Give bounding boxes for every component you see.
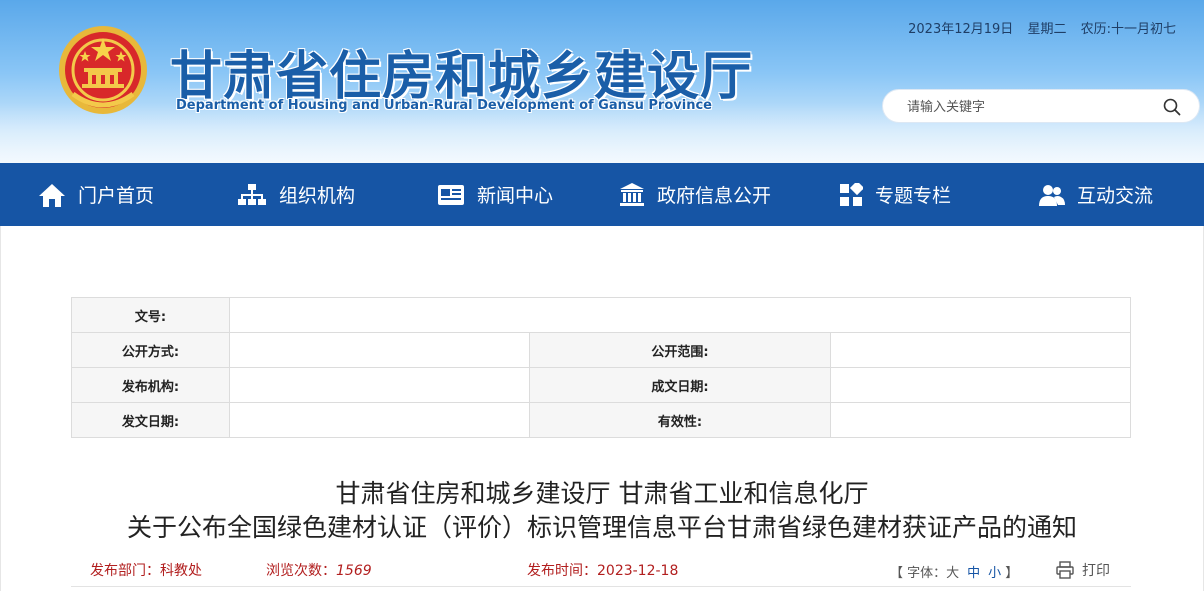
nav-label-topics: 专题专栏 <box>875 185 952 207</box>
department-value: 科教处 <box>160 563 202 579</box>
home-icon <box>39 183 65 207</box>
publish-time-value: 2023-12-18 <box>597 563 679 579</box>
government-building-icon <box>620 182 644 206</box>
issuer-value <box>228 367 531 403</box>
search-icon[interactable] <box>1163 98 1181 116</box>
validity-label: 有效性: <box>529 402 831 438</box>
nav-item-gov-info[interactable]: 政府信息公开 <box>619 163 771 226</box>
divider <box>71 586 1131 587</box>
current-date: 2023年12月19日 <box>908 22 1014 37</box>
issue-date-label: 发文日期: <box>71 402 230 438</box>
views-count: 1569 <box>336 563 372 579</box>
lunar-date: 农历:十一月初七 <box>1080 22 1176 37</box>
department-label: 发布部门： <box>90 563 160 579</box>
nav-item-interaction[interactable]: 互动交流 <box>1039 163 1153 226</box>
users-icon <box>1039 184 1065 206</box>
date-line: 2023年12月19日 星期二 农历:十一月初七 <box>908 18 1176 37</box>
table-row: 公开方式: 公开范围: <box>71 332 1132 368</box>
search-input[interactable] <box>907 97 1147 117</box>
created-date-value <box>829 367 1132 403</box>
document-meta-table: 文号: 公开方式: 公开范围: 发布机构: 成文日期: 发文日期: 有效性: <box>71 297 1132 438</box>
nav-item-home[interactable]: 门户首页 <box>38 163 154 226</box>
font-size-control: 【 字体：大中小】 <box>890 562 1018 581</box>
publish-time-info: 发布时间：2023-12-18 <box>527 560 678 580</box>
validity-value <box>829 402 1132 438</box>
nav-label-home: 门户首页 <box>78 185 155 207</box>
views-label: 浏览次数： <box>266 563 336 579</box>
disclosure-mode-value <box>228 332 531 368</box>
current-weekday: 星期二 <box>1027 22 1067 37</box>
print-label: 打印 <box>1082 563 1110 579</box>
publish-time-label: 发布时间： <box>527 563 597 579</box>
print-button[interactable]: 打印 <box>1056 560 1110 580</box>
nav-item-organization[interactable]: 组织机构 <box>237 163 355 226</box>
article-title-line1: 甘肃省住房和城乡建设厅 甘肃省工业和信息化厅 <box>335 479 869 508</box>
font-size-suffix: 】 <box>1005 566 1019 581</box>
doc-no-value <box>229 297 1131 333</box>
doc-no-label: 文号: <box>71 297 230 333</box>
nav-item-news[interactable]: 新闻中心 <box>437 163 553 226</box>
font-medium-option[interactable]: 中 <box>967 566 980 581</box>
nav-label-news: 新闻中心 <box>477 185 554 207</box>
department-info: 发布部门：科教处 <box>90 560 202 580</box>
font-size-prefix: 【 字体： <box>890 566 947 581</box>
disclosure-scope-label: 公开范围: <box>529 332 831 368</box>
main-nav: 门户首页 组织机构 新闻中心 政府信息公开 专题专栏 互动交流 <box>0 163 1204 226</box>
font-large-option[interactable]: 大 <box>946 566 959 581</box>
site-subtitle: Department of Housing and Urban-Rural De… <box>176 98 712 113</box>
grid-icon <box>840 182 863 206</box>
table-row: 发布机构: 成文日期: <box>71 367 1132 403</box>
national-emblem-icon <box>59 26 147 114</box>
nav-item-topics[interactable]: 专题专栏 <box>839 163 951 226</box>
nav-label-gov-info: 政府信息公开 <box>657 185 772 207</box>
search-box <box>882 89 1200 123</box>
table-row: 文号: <box>71 297 1131 333</box>
site-header-banner: 甘肃省住房和城乡建设厅 Department of Housing and Ur… <box>0 0 1204 163</box>
article-title-line2: 关于公布全国绿色建材认证（评价）标识管理信息平台甘肃省绿色建材获证产品的通知 <box>126 513 1077 542</box>
nav-label-organization: 组织机构 <box>279 185 356 207</box>
created-date-label: 成文日期: <box>529 367 831 403</box>
printer-icon <box>1056 561 1074 579</box>
views-info: 浏览次数：1569 <box>266 560 372 580</box>
issue-date-value <box>228 402 531 438</box>
disclosure-scope-value <box>829 332 1132 368</box>
issuer-label: 发布机构: <box>71 367 230 403</box>
org-chart-icon <box>238 183 266 205</box>
font-small-option[interactable]: 小 <box>988 566 1001 581</box>
table-row: 发文日期: 有效性: <box>71 402 1132 438</box>
disclosure-mode-label: 公开方式: <box>71 332 230 368</box>
nav-label-interaction: 互动交流 <box>1077 185 1154 207</box>
newspaper-icon <box>438 184 464 205</box>
